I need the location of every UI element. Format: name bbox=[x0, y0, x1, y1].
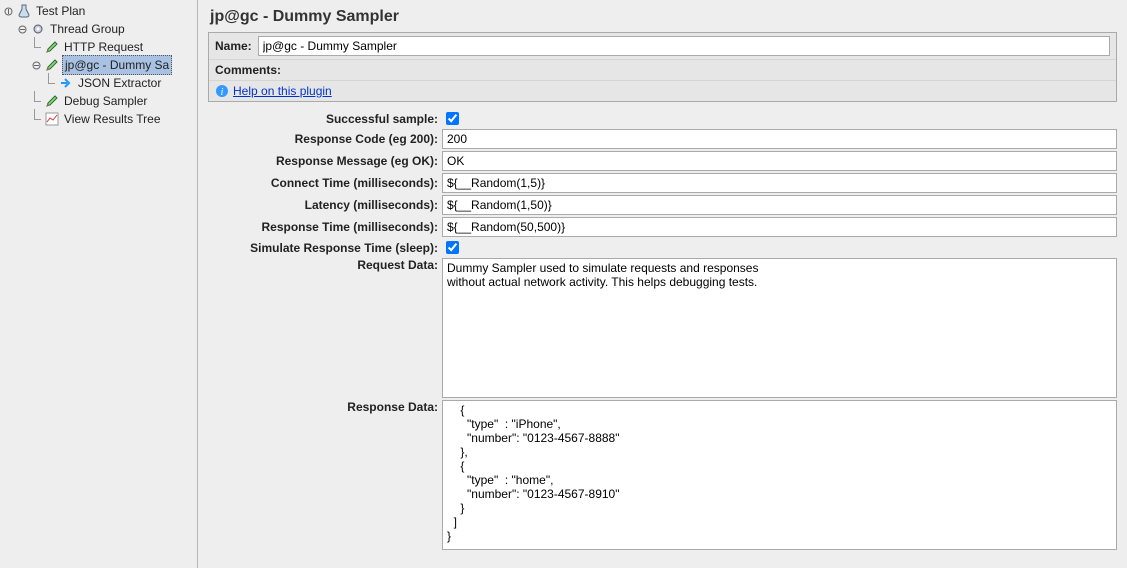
svg-text:i: i bbox=[221, 87, 224, 98]
label-latency: Latency (milliseconds): bbox=[208, 198, 442, 212]
listener-icon bbox=[44, 111, 60, 127]
input-response-code[interactable] bbox=[442, 129, 1117, 149]
checkbox-simulate-sleep[interactable] bbox=[446, 241, 459, 254]
row-request-data: Request Data: bbox=[208, 258, 1117, 398]
tree-item-dummy-sampler[interactable]: jp@gc - Dummy Sa bbox=[0, 56, 197, 74]
sampler-icon bbox=[44, 93, 60, 109]
input-latency[interactable] bbox=[442, 195, 1117, 215]
input-connect-time[interactable] bbox=[442, 173, 1117, 193]
tree-label: jp@gc - Dummy Sa bbox=[62, 55, 172, 75]
tree-branch-icon bbox=[44, 77, 56, 89]
label-response-data: Response Data: bbox=[208, 400, 442, 414]
help-link[interactable]: Help on this plugin bbox=[233, 84, 332, 98]
row-successful-sample: Successful sample: bbox=[208, 110, 1117, 127]
name-input[interactable] bbox=[258, 36, 1110, 56]
postprocessor-icon bbox=[58, 75, 74, 91]
comments-label: Comments: bbox=[215, 63, 281, 77]
row-response-code: Response Code (eg 200): bbox=[208, 129, 1117, 149]
tree-label: JSON Extractor bbox=[76, 74, 163, 92]
label-successful-sample: Successful sample: bbox=[208, 112, 442, 126]
label-response-message: Response Message (eg OK): bbox=[208, 154, 442, 168]
sampler-icon bbox=[44, 39, 60, 55]
tree-item-test-plan[interactable]: Test Plan bbox=[0, 2, 197, 20]
tree-label: Thread Group bbox=[48, 20, 127, 38]
row-connect-time: Connect Time (milliseconds): bbox=[208, 173, 1117, 193]
row-response-time: Response Time (milliseconds): bbox=[208, 217, 1117, 237]
tree-label: Test Plan bbox=[34, 2, 87, 20]
tree-item-http-request[interactable]: HTTP Request bbox=[0, 38, 197, 56]
tree-branch-icon bbox=[30, 95, 42, 107]
tree-branch-icon bbox=[30, 113, 42, 125]
tree-label: Debug Sampler bbox=[62, 92, 149, 110]
expand-toggle-icon[interactable] bbox=[30, 59, 42, 71]
tree-item-json-extractor[interactable]: JSON Extractor bbox=[0, 74, 197, 92]
checkbox-successful-sample[interactable] bbox=[446, 112, 459, 125]
label-response-time: Response Time (milliseconds): bbox=[208, 220, 442, 234]
detail-pane: jp@gc - Dummy Sampler Name: Comments: i … bbox=[198, 0, 1127, 568]
textarea-request-data[interactable] bbox=[442, 258, 1117, 398]
tree-label: View Results Tree bbox=[62, 110, 163, 128]
tree-label: HTTP Request bbox=[62, 38, 145, 56]
row-simulate-sleep: Simulate Response Time (sleep): bbox=[208, 239, 1117, 256]
tree-pane: Test Plan Thread Group HTTP Request bbox=[0, 0, 198, 568]
panel-title: jp@gc - Dummy Sampler bbox=[208, 4, 1117, 32]
name-label: Name: bbox=[215, 39, 252, 53]
sampler-icon bbox=[44, 57, 60, 73]
form-area: Successful sample: Response Code (eg 200… bbox=[208, 102, 1117, 550]
tree-branch-icon bbox=[30, 41, 42, 53]
gear-icon bbox=[30, 21, 46, 37]
input-response-time[interactable] bbox=[442, 217, 1117, 237]
label-request-data: Request Data: bbox=[208, 258, 442, 272]
tree-item-debug-sampler[interactable]: Debug Sampler bbox=[0, 92, 197, 110]
row-latency: Latency (milliseconds): bbox=[208, 195, 1117, 215]
label-response-code: Response Code (eg 200): bbox=[208, 132, 442, 146]
tree-item-thread-group[interactable]: Thread Group bbox=[0, 20, 197, 38]
expand-toggle-icon[interactable] bbox=[2, 5, 14, 17]
textarea-response-data[interactable] bbox=[442, 400, 1117, 550]
tree-item-view-results-tree[interactable]: View Results Tree bbox=[0, 110, 197, 128]
row-response-data: Response Data: bbox=[208, 400, 1117, 550]
info-icon: i bbox=[215, 84, 229, 98]
header-box: Name: Comments: i Help on this plugin bbox=[208, 32, 1117, 102]
app-root: Test Plan Thread Group HTTP Request bbox=[0, 0, 1127, 568]
input-response-message[interactable] bbox=[442, 151, 1117, 171]
label-simulate-sleep: Simulate Response Time (sleep): bbox=[208, 241, 442, 255]
expand-toggle-icon[interactable] bbox=[16, 23, 28, 35]
flask-icon bbox=[16, 3, 32, 19]
row-response-message: Response Message (eg OK): bbox=[208, 151, 1117, 171]
label-connect-time: Connect Time (milliseconds): bbox=[208, 176, 442, 190]
